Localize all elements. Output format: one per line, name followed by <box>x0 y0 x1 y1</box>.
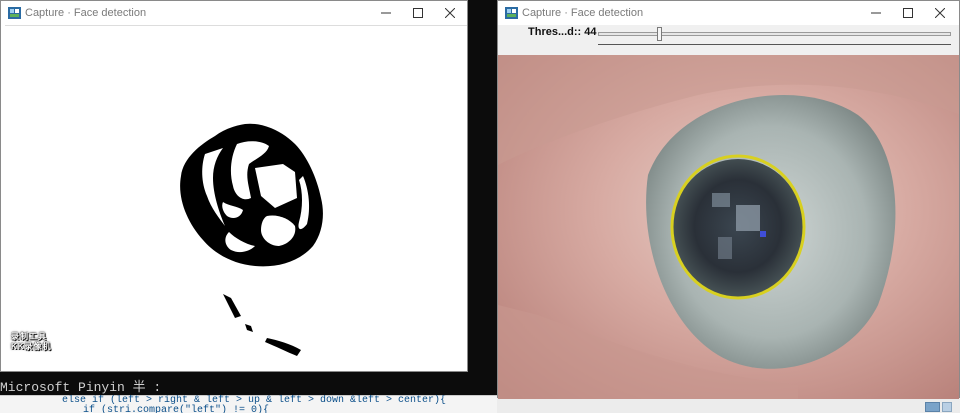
capture-window: Capture · Face detection Thres...d:: 44 <box>497 0 960 399</box>
minimize-icon <box>381 12 391 14</box>
taskbar-strip <box>497 398 960 413</box>
window-title: Capture · Face detection <box>522 7 644 19</box>
opencv-app-icon <box>505 7 518 19</box>
close-button[interactable] <box>433 1 467 25</box>
code-editor: else if (left > right & left > up & left… <box>0 395 497 413</box>
camera-feed <box>498 55 959 399</box>
threshold-image: 录制工具 KK录像机 <box>5 25 467 371</box>
watermark-line: 录制工具 <box>11 332 47 341</box>
threshold-slider-thumb[interactable] <box>656 27 662 41</box>
threshold-window: Capture · Face detection 录制工具 KK录像机 <box>0 0 468 372</box>
maximize-icon <box>413 8 423 18</box>
binary-eye-image <box>5 26 467 371</box>
window-title: Capture · Face detection <box>25 7 147 19</box>
close-icon <box>444 7 456 19</box>
eye-closeup-image <box>498 55 959 399</box>
code-line: if (stri.compare("left") != 0){ <box>83 405 270 413</box>
maximize-button[interactable] <box>891 1 925 25</box>
titlebar[interactable]: Capture · Face detection <box>498 1 959 25</box>
close-button[interactable] <box>923 1 957 25</box>
threshold-label: Thres...d:: 44 <box>528 26 597 38</box>
minimize-button[interactable] <box>369 1 403 25</box>
opencv-app-icon <box>8 7 21 19</box>
minimize-button[interactable] <box>859 1 893 25</box>
maximize-icon <box>903 8 913 18</box>
watermark-line: KK录像机 <box>11 342 52 351</box>
maximize-button[interactable] <box>401 1 435 25</box>
ime-status-text: Microsoft Pinyin 半 : <box>0 380 162 395</box>
titlebar[interactable]: Capture · Face detection <box>1 1 467 25</box>
slider-tick-line <box>598 44 951 48</box>
trackbar-panel: Thres...d:: 44 <box>498 25 959 55</box>
close-icon <box>934 7 946 19</box>
minimize-icon <box>871 12 881 14</box>
recorder-watermark: 录制工具 KK录像机 <box>11 332 65 354</box>
threshold-slider-track[interactable] <box>598 32 951 36</box>
tray-icon[interactable] <box>942 402 952 412</box>
tray-icon[interactable] <box>925 402 940 412</box>
